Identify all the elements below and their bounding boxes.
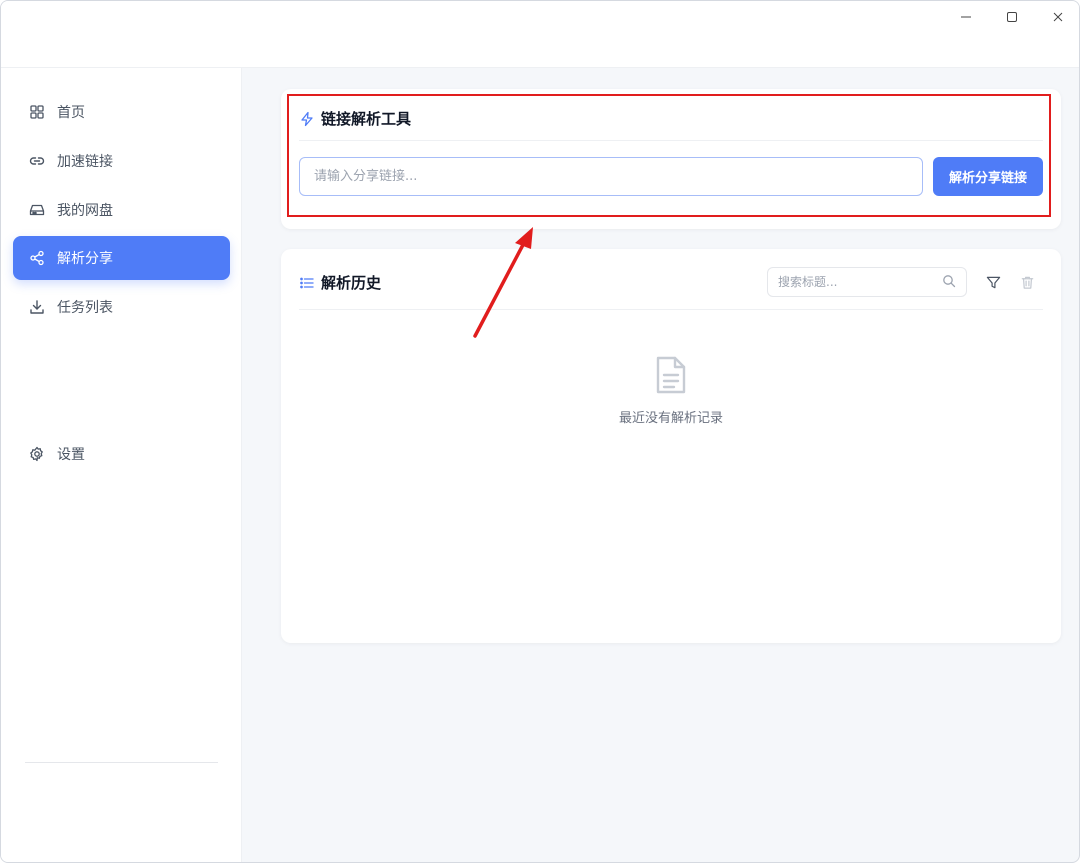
history-card-title: 解析历史 — [299, 272, 381, 293]
gear-icon — [29, 446, 45, 462]
filter-button[interactable] — [983, 272, 1003, 292]
history-card-divider — [299, 309, 1043, 310]
maximize-icon — [1007, 12, 1017, 22]
clear-history-button[interactable] — [1017, 272, 1037, 292]
annotation-highlight-box — [287, 94, 1051, 217]
sidebar-item-label: 设置 — [57, 447, 85, 463]
filter-icon — [986, 276, 1000, 288]
close-icon — [1053, 12, 1063, 22]
share-icon — [29, 250, 45, 266]
history-search-box[interactable] — [767, 267, 967, 297]
minimize-icon — [961, 16, 971, 18]
sidebar-divider — [25, 762, 218, 763]
trash-icon — [1021, 276, 1033, 289]
document-icon — [656, 356, 686, 394]
search-icon — [942, 273, 956, 292]
list-icon — [299, 275, 315, 291]
sidebar-item-parse-share[interactable]: 解析分享 — [13, 236, 230, 280]
sidebar-item-label: 解析分享 — [57, 251, 113, 267]
sidebar-item-label: 任务列表 — [57, 300, 113, 316]
sidebar-item-label: 我的网盘 — [57, 203, 113, 219]
annotation-arrow — [473, 227, 533, 338]
history-search-input[interactable] — [778, 275, 942, 289]
grid-icon — [29, 104, 45, 120]
close-button[interactable] — [1035, 5, 1079, 29]
maximize-button[interactable] — [989, 5, 1035, 29]
title-bar — [1, 1, 1079, 68]
sidebar-item-label: 加速链接 — [57, 154, 113, 170]
sidebar-item-home[interactable]: 首页 — [13, 90, 230, 134]
sidebar-item-settings[interactable]: 设置 — [13, 432, 230, 476]
app-window: 首页 加速链接 我的网盘 解析分享 任务列表 设置 链接解析工具 请输入分享链接… — [0, 0, 1080, 863]
empty-state-text: 最近没有解析记录 — [618, 411, 723, 426]
sidebar-item-label: 首页 — [57, 105, 85, 121]
sidebar-item-my-drive[interactable]: 我的网盘 — [13, 188, 230, 232]
minimize-button[interactable] — [943, 5, 989, 29]
sidebar-item-accelerate-link[interactable]: 加速链接 — [13, 139, 230, 183]
sidebar: 首页 加速链接 我的网盘 解析分享 任务列表 设置 — [1, 68, 242, 862]
download-icon — [29, 299, 45, 315]
hard-drive-icon — [29, 202, 45, 218]
link-icon — [29, 153, 45, 169]
sidebar-item-task-list[interactable]: 任务列表 — [13, 285, 230, 329]
